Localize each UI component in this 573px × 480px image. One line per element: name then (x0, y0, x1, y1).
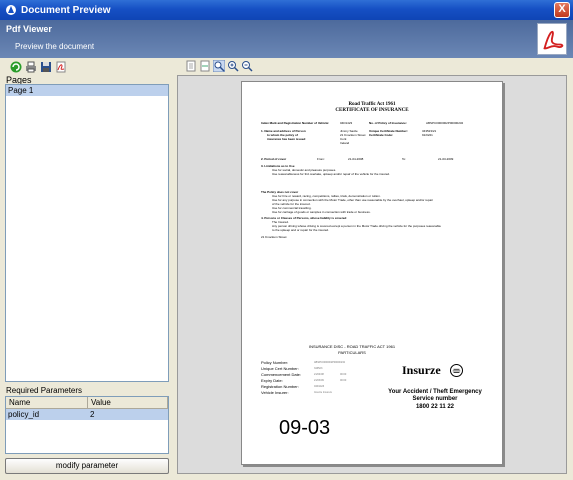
window-titlebar: Document Preview X (0, 0, 573, 20)
print-icon[interactable] (25, 61, 37, 73)
doc-s3b: Use reasonableness for 3rd overtake, upk… (272, 172, 390, 176)
params-header: Name Value (6, 397, 168, 409)
header-subtitle: Preview the document (15, 42, 95, 51)
doc-policy-label: No. of Policy of Insurance: (369, 121, 407, 125)
viewer-header: Pdf Viewer Preview the document (0, 20, 573, 58)
disc-value-policy: ABSPC0000002P00000232 (314, 361, 345, 364)
disc-value-expiry: 21/03/09 (314, 379, 324, 382)
disc-time-expiry: 00:00 (340, 379, 347, 382)
disc-label-start: Commencement Date: (261, 372, 302, 377)
disc-title: INSURANCE DISC - ROAD TRAFFIC ACT 1961 (308, 344, 396, 349)
disc-value-reg: 04D1423 (314, 385, 325, 388)
zoom-in-icon[interactable] (227, 60, 239, 72)
doc-code-value: 91/0221 (422, 133, 433, 137)
contact-line-1: Your Accident / Theft Emergency (388, 389, 482, 395)
disc-label-cert: Unique Cert Number: (261, 366, 299, 371)
disc-value-insurer: Insurze Insurers (314, 391, 332, 394)
column-header-value[interactable]: Value (88, 397, 168, 408)
doc-s1c: insurance has been issued (267, 137, 306, 141)
zoom-actual-icon[interactable] (213, 60, 225, 72)
disc-label-policy: Policy Number: (261, 360, 289, 365)
disc-time-start: 00:00 (340, 373, 347, 376)
doc-s5: 21 Knockum Street (261, 235, 287, 239)
doc-from-value: 21-04-2008 (348, 157, 364, 161)
disc-code: 09-03 (279, 417, 331, 439)
doc-policy-value: ABSPC0000002P00000232 (426, 121, 464, 125)
disc-value-cert: 343523 (314, 367, 323, 370)
doc-not-e: Use for carriage of goods or samples in … (272, 210, 371, 214)
page-list-item[interactable]: Page 1 (6, 85, 168, 96)
doc-code-label: Certificate Code: (369, 133, 394, 137)
column-header-name[interactable]: Name (6, 397, 88, 408)
disc-label-insurer: Vehicle Insurer: (261, 390, 289, 395)
pdf-logo-icon (537, 23, 567, 55)
modify-parameter-button[interactable]: modify parameter (5, 458, 169, 474)
pages-list[interactable]: Page 1 (5, 84, 169, 382)
insurer-brand: Insurze (402, 363, 441, 377)
doc-heading-act: Road Traffic Act 1961 (348, 102, 396, 107)
param-value-cell[interactable]: 2 (88, 409, 168, 420)
viewer-toolbar (185, 60, 253, 73)
disc-value-start: 21/04/08 (314, 373, 324, 376)
doc-from-label: From: (317, 157, 325, 161)
document-preview-area[interactable]: Road Traffic Act 1961 CERTIFICATE OF INS… (177, 75, 567, 474)
doc-to-label: To: (402, 157, 407, 161)
doc-index-label: Index Mark and Registration Number of Ve… (261, 121, 330, 125)
params-table: Name Value policy_id 2 (5, 396, 169, 454)
param-name-cell: policy_id (8, 410, 40, 419)
app-icon (6, 5, 16, 15)
contact-phone: 1800 22 11 22 (415, 404, 455, 410)
zoom-out-icon[interactable] (241, 60, 253, 72)
close-button[interactable]: X (554, 2, 570, 18)
doc-heading-cert: CERTIFICATE OF INSURANCE (335, 108, 409, 113)
disc-label-expiry: Expiry Date: (261, 378, 283, 383)
doc-to-value: 21-03-2009 (438, 157, 454, 161)
doc-s4c: to the upkeep and or repair for the insu… (272, 228, 329, 232)
doc-addr3: Ireland (340, 141, 350, 145)
header-title: Pdf Viewer (6, 24, 52, 34)
pdf-export-icon[interactable] (55, 61, 67, 73)
fit-page-icon[interactable] (185, 60, 197, 72)
params-label: Required Parameters (6, 386, 83, 395)
left-toolbar (10, 61, 67, 74)
disc-label-reg: Registration Number: (261, 384, 299, 389)
refresh-icon[interactable] (10, 61, 22, 73)
table-row[interactable]: policy_id 2 (6, 409, 168, 420)
doc-index-value: 04D1423 (340, 121, 353, 125)
window-title: Document Preview (21, 4, 111, 16)
doc-s2: 2. Period of cover (261, 157, 287, 161)
pdf-page: Road Traffic Act 1961 CERTIFICATE OF INS… (241, 81, 503, 465)
disc-subtitle: PARTICULARS (338, 350, 366, 355)
save-icon[interactable] (40, 61, 52, 73)
insurer-logo-icon (450, 364, 463, 377)
contact-line-2: Service number (412, 396, 458, 402)
fit-width-icon[interactable] (199, 60, 211, 72)
